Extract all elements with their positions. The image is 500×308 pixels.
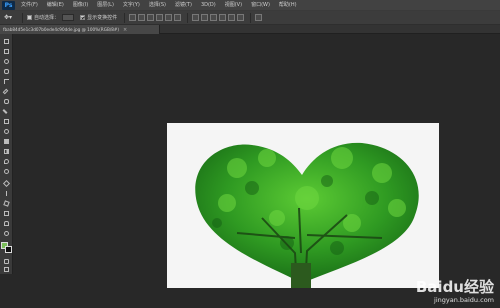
bandage-icon (4, 99, 9, 104)
dodge-tool[interactable] (2, 168, 11, 175)
options-bar: ✥▾ 自动选择： 显示变换控件 (0, 11, 500, 25)
auto-select-checkbox[interactable] (27, 15, 33, 20)
watermark-logo: Baidu经验 (415, 278, 494, 296)
align-center-icon[interactable] (165, 14, 173, 21)
brush-tool[interactable] (2, 108, 11, 115)
path-select-tool[interactable] (2, 200, 11, 207)
healing-brush-tool[interactable] (2, 98, 11, 105)
quick-select-tool[interactable] (2, 68, 11, 75)
menu-layer[interactable]: 图层(L) (97, 0, 114, 11)
quick-mask-button[interactable] (2, 258, 11, 265)
screen-mode-icon (4, 267, 9, 272)
lasso-tool[interactable] (2, 58, 11, 65)
app-logo: Ps (2, 0, 15, 10)
distribute-bottom-icon[interactable] (210, 14, 218, 21)
eraser-tool[interactable] (2, 138, 11, 145)
quick-select-icon (4, 69, 9, 74)
pen-tool[interactable] (2, 179, 11, 188)
close-icon[interactable]: × (123, 27, 127, 33)
screen-mode-button[interactable] (2, 266, 11, 273)
drop-icon (4, 159, 9, 164)
menu-filter[interactable]: 滤镜(T) (175, 0, 192, 11)
quick-mask-icon (4, 259, 9, 264)
baidu-watermark: Baidu经验 jingyan.baidu.com (416, 276, 494, 304)
photoshop-window: Ps 文件(F) 编辑(E) 图像(I) 图层(L) 文字(Y) 选择(S) 滤… (0, 0, 500, 308)
pen-icon (2, 179, 11, 188)
stamp-icon (4, 119, 9, 124)
zoom-tool[interactable] (2, 230, 11, 237)
lasso-icon (4, 59, 9, 64)
menu-3d[interactable]: 3D(D) (201, 0, 216, 11)
crop-tool[interactable] (2, 78, 11, 85)
tree-image (195, 142, 419, 288)
arrow-icon (3, 200, 10, 207)
align-right-icon[interactable] (174, 14, 182, 21)
distribute-right-icon[interactable] (237, 14, 245, 21)
history-brush-tool[interactable] (2, 128, 11, 135)
shape-tool[interactable] (2, 210, 11, 217)
gradient-tool[interactable] (2, 148, 11, 155)
move-tool-icon[interactable]: ✥▾ (4, 14, 12, 21)
divider (124, 12, 126, 23)
menu-help[interactable]: 帮助(H) (279, 0, 297, 11)
history-brush-icon (4, 129, 9, 134)
eyedropper-icon (2, 88, 9, 95)
menu-file[interactable]: 文件(F) (21, 0, 38, 11)
menu-type[interactable]: 文字(Y) (123, 0, 140, 11)
align-top-icon[interactable] (129, 14, 137, 21)
align-bottom-icon[interactable] (147, 14, 155, 21)
move-tool[interactable] (2, 38, 11, 45)
menu-window[interactable]: 窗口(W) (251, 0, 270, 11)
menu-edit[interactable]: 编辑(E) (47, 0, 64, 11)
type-icon (6, 191, 7, 196)
show-transform-label: 显示变换控件 (87, 15, 118, 21)
divider (22, 12, 24, 23)
distribute-top-icon[interactable] (192, 14, 200, 21)
eraser-icon (4, 139, 9, 144)
distribute-center-icon[interactable] (228, 14, 236, 21)
hand-tool[interactable] (2, 220, 11, 227)
toolbox (0, 34, 13, 274)
clone-stamp-tool[interactable] (2, 118, 11, 125)
marquee-tool[interactable] (2, 48, 11, 55)
show-transform-checkbox[interactable] (80, 15, 86, 20)
watermark-url: jingyan.baidu.com (434, 296, 494, 304)
divider (250, 12, 252, 23)
divider (187, 12, 189, 23)
rectangle-icon (4, 211, 9, 216)
type-tool[interactable] (2, 190, 11, 197)
distribute-left-icon[interactable] (219, 14, 227, 21)
blur-tool[interactable] (2, 158, 11, 165)
document-tab-title: fbab84d5e1c3d07b0ede4c90dde.jpg @ 100%(R… (3, 27, 120, 32)
eyedropper-tool[interactable] (2, 88, 11, 95)
document-tab[interactable]: fbab84d5e1c3d07b0ede4c90dde.jpg @ 100%(R… (0, 25, 160, 34)
crop-icon (4, 79, 9, 84)
magnifier-icon (4, 231, 9, 236)
auto-select-label: 自动选择： (34, 15, 60, 21)
brush-icon (2, 109, 8, 114)
move-icon (4, 39, 9, 44)
dodge-icon (4, 169, 9, 174)
document-tab-bar: fbab84d5e1c3d07b0ede4c90dde.jpg @ 100%(R… (0, 25, 500, 34)
menu-select[interactable]: 选择(S) (149, 0, 166, 11)
background-color-swatch[interactable] (5, 246, 12, 253)
distribute-middle-icon[interactable] (201, 14, 209, 21)
hand-icon (4, 221, 9, 226)
menu-image[interactable]: 图像(I) (73, 0, 88, 11)
gradient-icon (4, 149, 9, 154)
auto-align-icon[interactable] (255, 14, 263, 21)
align-middle-icon[interactable] (138, 14, 146, 21)
marquee-icon (4, 49, 9, 54)
menu-view[interactable]: 视图(V) (225, 0, 242, 11)
document-image[interactable] (167, 123, 439, 288)
layer-select-dropdown[interactable] (62, 14, 75, 21)
menu-bar: Ps 文件(F) 编辑(E) 图像(I) 图层(L) 文字(Y) 选择(S) 滤… (0, 0, 500, 11)
align-left-icon[interactable] (156, 14, 164, 21)
